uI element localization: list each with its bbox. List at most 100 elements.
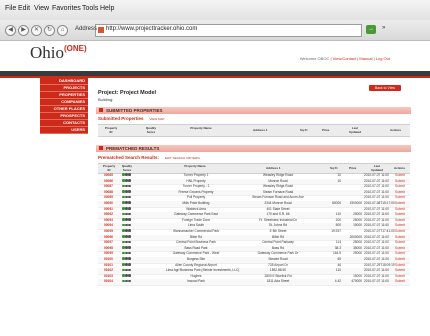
ohio-one-logo[interactable]: Ohio(ONE) — [30, 43, 87, 63]
address: 1811 Ada Street — [266, 279, 290, 284]
page-title: Project: Project Model — [98, 90, 157, 96]
submit-link[interactable]: Submit — [395, 279, 405, 285]
col-price[interactable]: Price — [322, 128, 329, 132]
quality-dot-icon — [128, 274, 131, 277]
collapse-icon[interactable] — [99, 107, 103, 112]
sidebar-item-properties[interactable]: PROPERTIES — [40, 92, 88, 99]
home-icon[interactable]: ⌂ — [57, 25, 68, 36]
price: 470000 — [351, 279, 362, 284]
sqft: 4.42 — [334, 279, 341, 284]
welcome-text: Welcome OBOC — [299, 56, 330, 61]
sidebar-item-other-places[interactable]: OTHER PLACES — [40, 106, 88, 113]
submitted-section-title: SUBMITTED PROPERTIES — [106, 108, 163, 113]
col-address[interactable]: Address 1 — [253, 128, 268, 132]
quality-dot-icon — [128, 179, 131, 182]
sidebar-item-companies[interactable]: COMPANIES — [40, 99, 88, 106]
menu-bar: File Edit View Favorites Tools Help — [0, 0, 430, 21]
logout-link[interactable]: Log Out — [376, 56, 390, 61]
sidebar-item-dashboard[interactable]: DASHBOARD — [40, 78, 88, 85]
quality-dot-icon — [128, 207, 131, 210]
submitted-table-header: Property ID Quality Score Property Name … — [98, 124, 410, 137]
quality-dot-icon — [128, 173, 131, 176]
quality-dot-icon — [128, 257, 131, 260]
quality-dot-icon — [128, 218, 131, 221]
col-property-id[interactable]: Property ID — [104, 126, 118, 134]
sidebar-item-projects[interactable]: PROJECTS — [40, 85, 88, 92]
col-sqft[interactable]: Sq Ft — [300, 128, 308, 132]
sidebar-item-prospects[interactable]: PROSPECTS — [40, 113, 88, 120]
quality-score-icon — [122, 279, 131, 285]
prematched-section-title: PREMATCHED RESULTS — [106, 146, 160, 151]
quality-dot-icon — [128, 268, 131, 272]
menu-favorites[interactable]: Favorites — [52, 5, 81, 12]
col-sqft[interactable]: Sq Ft — [330, 166, 338, 170]
stop-icon[interactable]: ✕ — [31, 25, 42, 36]
user-links: Welcome OBOC | View/Contact | Manual | L… — [299, 56, 390, 61]
quality-dot-icon — [128, 251, 131, 255]
sidebar-item-contacts[interactable]: CONTACTS — [40, 120, 88, 127]
menu-tools[interactable]: Tools — [82, 5, 98, 12]
col-price[interactable]: Price — [349, 166, 356, 170]
quality-dot-icon — [128, 184, 131, 188]
sidebar-item-users[interactable]: USERS — [40, 127, 88, 134]
view-contact-link[interactable]: View/Contact — [333, 56, 357, 61]
prematched-subhead: Prematched Search Results: EDIT SEARCH CR… — [98, 155, 200, 160]
submitted-subhead-text: Submitted Properties — [98, 116, 144, 121]
prematched-results-header[interactable]: PREMATCHED RESULTS — [96, 145, 411, 152]
quality-dot-icon — [128, 235, 131, 238]
url-text[interactable]: http://www.projecttracker.ohio.com — [106, 26, 197, 32]
col-quality-score[interactable]: Quality Score — [142, 126, 160, 134]
sidebar-nav: DASHBOARD PROJECTS PROPERTIES COMPANIES … — [40, 78, 88, 134]
col-actions[interactable]: Actions — [390, 128, 401, 132]
col-property-id[interactable]: Property ID — [102, 164, 116, 172]
logo-superscript: (ONE) — [64, 44, 87, 53]
nav-toolbar: ◀ ▶ ✕ ↻ ⌂ Address http://www.projecttrac… — [0, 20, 430, 41]
col-last-updated[interactable]: Last Updated — [370, 164, 384, 172]
back-icon[interactable]: ◀ — [5, 25, 16, 36]
menu-view[interactable]: View — [34, 5, 49, 12]
view-map-link[interactable]: VIEW MAP — [150, 117, 165, 121]
quality-dot-icon — [128, 190, 131, 193]
quality-dot-icon — [128, 279, 131, 283]
browser-window: File Edit View Favorites Tools Help ◀ ▶ … — [0, 0, 430, 336]
quality-dot-icon — [128, 195, 131, 199]
submitted-properties-header[interactable]: SUBMITTED PROPERTIES — [96, 107, 411, 114]
quality-dot-icon — [128, 201, 131, 204]
quality-dot-icon — [128, 223, 131, 227]
quality-dot-icon — [128, 263, 131, 266]
col-actions[interactable]: Actions — [394, 166, 405, 170]
quality-dot-icon — [128, 229, 131, 232]
refresh-icon[interactable]: ↻ — [44, 25, 55, 36]
menu-help[interactable]: Help — [100, 5, 114, 12]
submitted-subhead: Submitted Properties VIEW MAP — [98, 116, 165, 121]
go-button[interactable]: → — [366, 25, 376, 34]
view-project-button[interactable]: Back to View Project — [369, 85, 401, 96]
collapse-icon[interactable] — [99, 145, 103, 150]
address-bar[interactable]: Address http://www.projecttracker.ohio.c… — [75, 24, 362, 37]
quality-dot-icon — [128, 240, 131, 244]
forward-icon[interactable]: ▶ — [18, 25, 29, 36]
address-label: Address — [75, 26, 98, 32]
quality-dot-icon — [128, 246, 131, 249]
last-updated: 2010-07-07 11:00 — [364, 279, 389, 284]
quality-dot-icon — [128, 212, 131, 216]
page-content: Ohio(ONE) Welcome OBOC | View/Contact | … — [0, 41, 430, 336]
favicon-icon — [98, 27, 104, 33]
col-property-name[interactable]: Property Name — [183, 164, 207, 168]
col-address[interactable]: Address 1 — [266, 166, 281, 170]
logo-text: Ohio — [30, 43, 64, 62]
table-row[interactable]: 00104 Inwood Park 1811 Ada Street 4.42 47000… — [98, 279, 410, 286]
col-quality-score[interactable]: Quality Score — [120, 164, 134, 172]
col-last-updated[interactable]: Last Updated — [348, 126, 362, 134]
edit-search-criteria-link[interactable]: EDIT SEARCH CRITERIA — [165, 156, 200, 160]
col-property-name[interactable]: Property Name — [190, 126, 212, 130]
manual-link[interactable]: Manual — [359, 56, 372, 61]
prematched-subhead-text: Prematched Search Results: — [98, 155, 160, 160]
menu-edit[interactable]: Edit — [18, 5, 30, 12]
links-icon[interactable]: » — [382, 25, 385, 31]
property-name: Inwood Park — [187, 279, 205, 284]
site-header: Ohio(ONE) Welcome OBOC | View/Contact | … — [0, 41, 430, 67]
property-id-link[interactable]: 00104 — [104, 279, 113, 285]
building-label: Building: — [98, 97, 114, 102]
menu-file[interactable]: File — [5, 5, 16, 12]
